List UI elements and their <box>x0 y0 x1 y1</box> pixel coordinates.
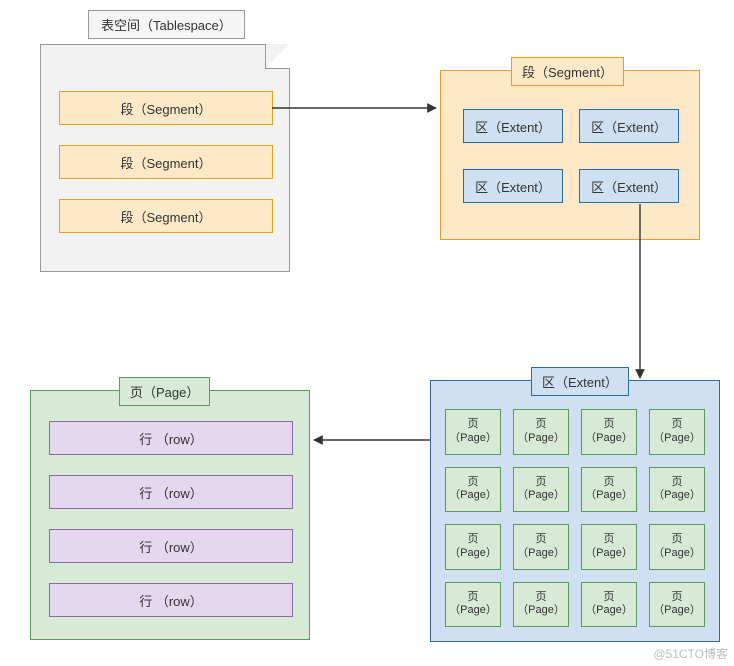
segment-item: 段（Segment） <box>59 145 273 179</box>
page-item: 页 （Page） <box>581 582 637 628</box>
row-item-label: 行 （row） <box>139 429 203 448</box>
page-box-title: 页（Page） <box>119 377 210 406</box>
page-item: 页 （Page） <box>649 409 705 455</box>
page-item: 页 （Page） <box>445 524 501 570</box>
page-item: 页 （Page） <box>581 409 637 455</box>
extent-item: 区（Extent） <box>463 169 563 203</box>
segment-box-title: 段（Segment） <box>511 57 624 86</box>
row-item: 行 （row） <box>49 421 293 455</box>
tablespace-label: 表空间（Tablespace） <box>88 10 245 39</box>
pages-grid: 页 （Page） 页 （Page） 页 （Page） 页 （Page） 页 （Page）… <box>445 409 705 627</box>
segment-box: 段（Segment） 区（Extent） 区（Extent） 区（Extent）… <box>440 70 700 240</box>
extent-item: 区（Extent） <box>579 109 679 143</box>
page-item: 页 （Page） <box>513 409 569 455</box>
segment-item-label: 段（Segment） <box>120 153 211 172</box>
row-item-label: 行 （row） <box>139 483 203 502</box>
page-item: 页 （Page） <box>445 582 501 628</box>
page-item: 页 （Page） <box>581 524 637 570</box>
segment-item: 段（Segment） <box>59 199 273 233</box>
page-item: 页 （Page） <box>513 524 569 570</box>
page-item: 页 （Page） <box>649 467 705 513</box>
extent-item-label: 区（Extent） <box>591 117 667 136</box>
extent-item: 区（Extent） <box>579 169 679 203</box>
page-item: 页 （Page） <box>581 467 637 513</box>
page-item: 页 （Page） <box>649 524 705 570</box>
tablespace-box: 段（Segment） 段（Segment） 段（Segment） <box>40 44 290 272</box>
extent-item: 区（Extent） <box>463 109 563 143</box>
row-item-label: 行 （row） <box>139 537 203 556</box>
row-item: 行 （row） <box>49 475 293 509</box>
row-item-label: 行 （row） <box>139 591 203 610</box>
tablespace-label-text: 表空间（Tablespace） <box>101 15 232 34</box>
page-item: 页 （Page） <box>649 582 705 628</box>
extent-item-label: 区（Extent） <box>475 117 551 136</box>
page-fold-icon <box>265 44 290 69</box>
page-item: 页 （Page） <box>513 582 569 628</box>
segment-item: 段（Segment） <box>59 91 273 125</box>
extent-box-title: 区（Extent） <box>531 367 629 396</box>
segment-item-label: 段（Segment） <box>120 99 211 118</box>
page-item: 页 （Page） <box>445 409 501 455</box>
extent-item-label: 区（Extent） <box>591 177 667 196</box>
extent-item-label: 区（Extent） <box>475 177 551 196</box>
segment-item-label: 段（Segment） <box>120 207 211 226</box>
watermark: @51CTO博客 <box>653 645 728 662</box>
page-item: 页 （Page） <box>513 467 569 513</box>
extent-box: 区（Extent） 页 （Page）页 （Page）页 （Page）页 （Pag… <box>430 380 720 642</box>
row-item: 行 （row） <box>49 529 293 563</box>
page-box: 页（Page） 行 （row） 行 （row） 行 （row） 行 （row） <box>30 390 310 640</box>
diagram-canvas: 表空间（Tablespace） 段（Segment） 段（Segment） 段（… <box>0 0 734 666</box>
row-item: 行 （row） <box>49 583 293 617</box>
page-item: 页 （Page） <box>445 467 501 513</box>
